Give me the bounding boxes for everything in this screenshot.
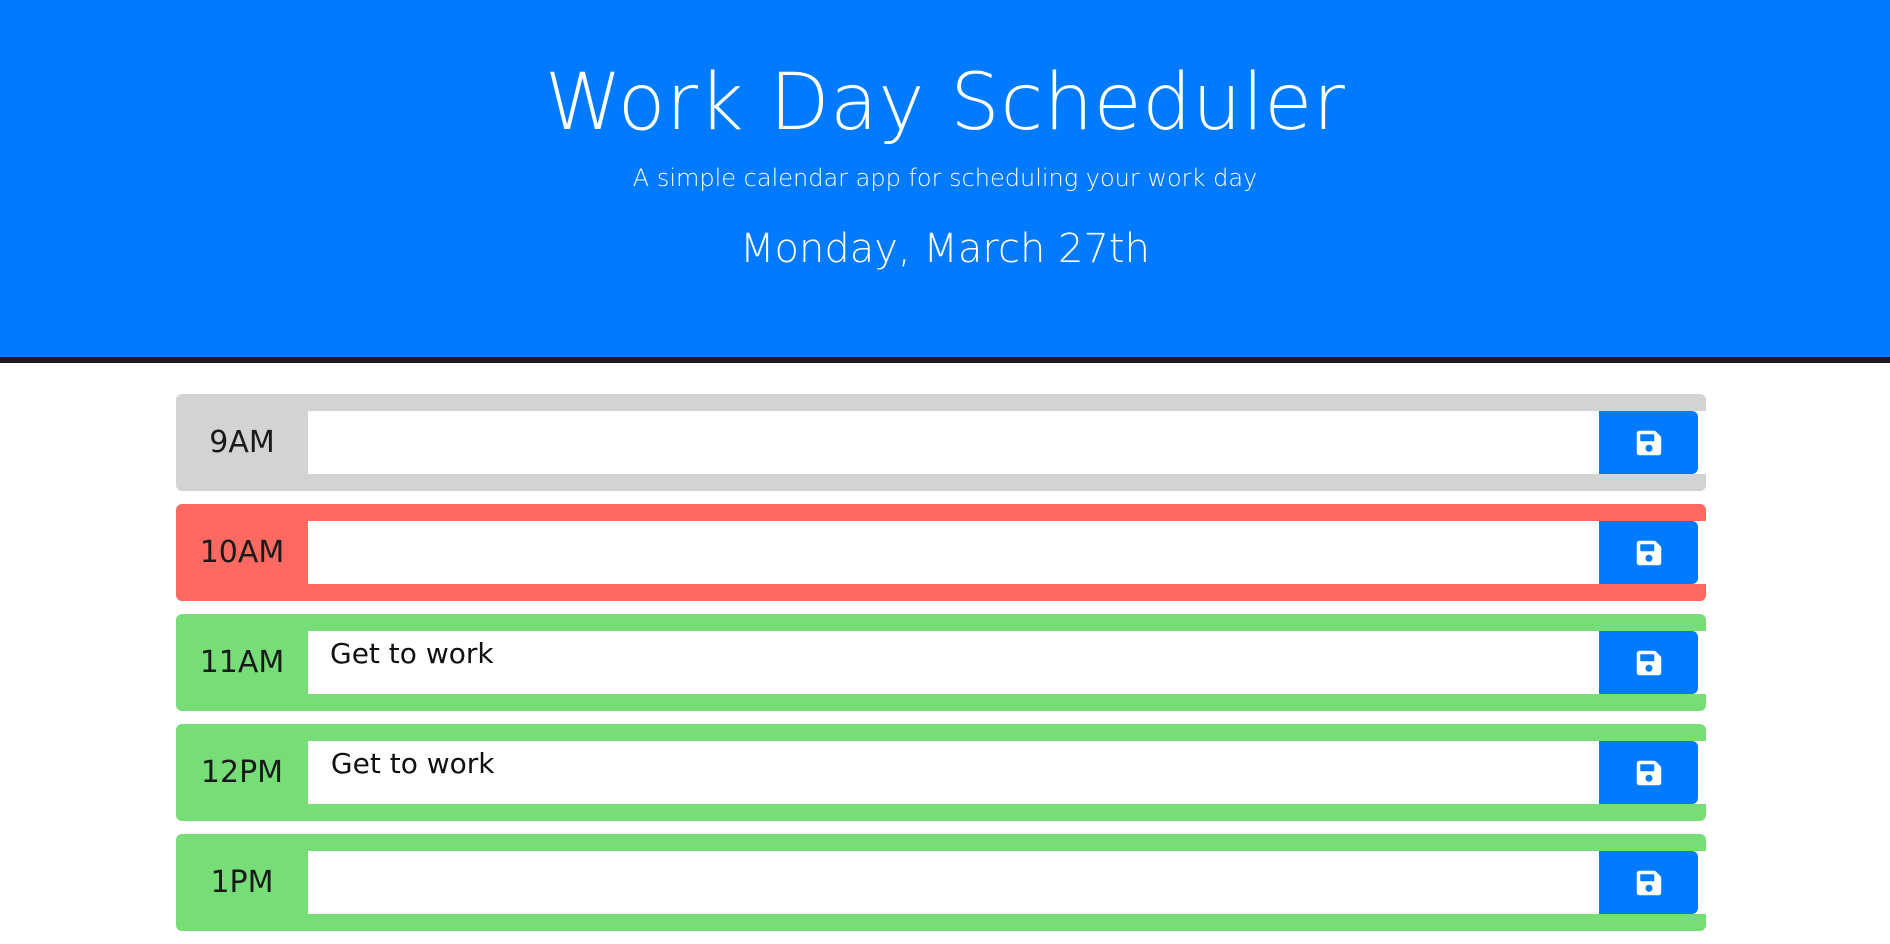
time-block-12pm: 12PM [176,724,1775,821]
event-description-input[interactable] [308,521,1775,584]
floppy-disk-icon [1636,870,1661,895]
floppy-disk-icon [1636,760,1661,785]
time-block-11am: 11AM [176,614,1775,711]
floppy-disk-icon [1636,650,1661,675]
time-block-list: 9AM 10AM 11AM 12PM 1PM [176,394,1775,944]
page-header: Work Day Scheduler A simple calendar app… [0,0,1890,363]
event-description-input[interactable] [308,631,1775,694]
hour-label: 9AM [209,425,275,460]
event-description-input[interactable] [308,741,1775,804]
hour-label: 11AM [199,645,285,680]
hour-label: 1PM [210,865,274,900]
save-button[interactable] [1599,411,1698,474]
time-block-1pm: 1PM [176,834,1775,931]
save-button[interactable] [1599,521,1698,584]
time-block-9am: 9AM [176,394,1775,491]
event-description-input[interactable] [308,411,1775,474]
event-description-input[interactable] [308,851,1775,914]
time-block-10am: 10AM [176,504,1775,601]
hour-label: 10AM [199,535,285,570]
hour-label: 12PM [200,755,284,790]
page-title: Work Day Scheduler [544,58,1346,148]
save-button[interactable] [1599,741,1698,804]
save-button[interactable] [1599,851,1698,914]
floppy-disk-icon [1636,540,1661,565]
current-date: Monday, March 27th [740,226,1150,272]
page-subtitle: A simple calendar app for scheduling you… [632,164,1258,192]
floppy-disk-icon [1636,430,1661,455]
save-button[interactable] [1599,631,1698,694]
